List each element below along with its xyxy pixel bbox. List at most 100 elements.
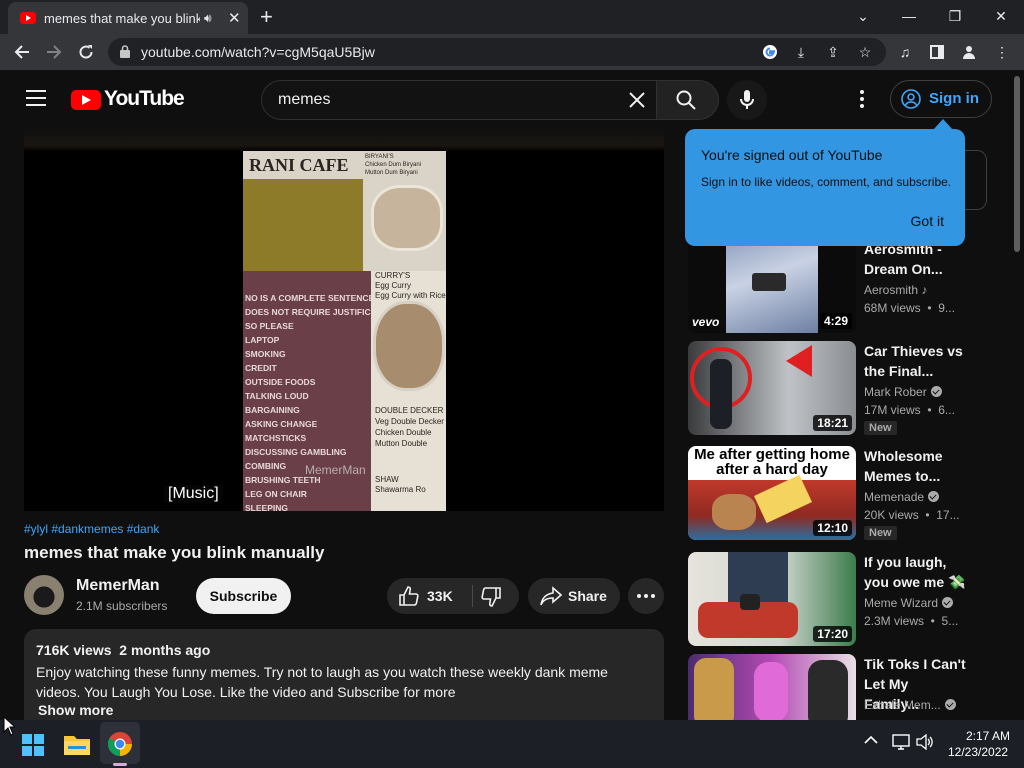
lock-icon[interactable] [120,45,130,58]
recommendation-item[interactable]: 17:20 If you laugh, you owe me 💸 Meme Wi… [688,552,998,646]
recommendation-title[interactable]: Wholesome Memes to... [864,446,966,486]
channel-avatar[interactable] [24,575,64,615]
settings-more-icon[interactable] [855,90,869,110]
share-button[interactable]: Share [528,578,620,614]
channel-name-text: Exhale Mem... [864,698,941,712]
network-icon[interactable] [892,734,910,750]
like-button[interactable] [399,586,419,606]
clock-time[interactable]: 2:17 AM [966,729,1010,743]
page-scrollbar[interactable] [1010,70,1024,720]
back-icon[interactable] [11,41,33,63]
new-badge: New [864,421,897,435]
video-duration: 12:10 [813,520,852,536]
clear-search-icon[interactable] [628,88,646,109]
show-more-button[interactable]: Show more [38,702,113,718]
hamburger-menu-icon[interactable] [26,90,46,111]
close-window-icon[interactable]: ✕ [978,0,1024,32]
browser-tab-strip: memes that make you blink manually 🔊︎ ✕ … [0,0,1024,34]
browser-tab[interactable]: memes that make you blink manually 🔊︎ ✕ [8,2,248,34]
verified-icon [928,491,940,502]
browser-toolbar: youtube.com/watch?v=cgM5qaU5Bjw ⤓ ⇪ ☆ ♫ … [0,34,1024,70]
like-count: 33K [427,588,453,604]
frame-shawarma-text: SHAW Shawarma Ro [375,475,426,494]
file-explorer-icon[interactable] [64,733,90,755]
profile-icon[interactable] [959,42,979,62]
video-player[interactable]: RANI CAFE BIRYANI'S Chicken Dum Biryani … [24,151,664,511]
got-it-button[interactable]: Got it [911,213,944,229]
share-label: Share [568,588,607,604]
scrollbar-thumb[interactable] [1014,76,1020,252]
restore-icon[interactable]: ❐ [932,0,978,32]
chrome-icon[interactable] [108,732,132,756]
video-thumbnail[interactable]: 17:20 [688,552,856,646]
youtube-wordmark[interactable]: YouTube [104,87,185,111]
thumbnail-figure [710,359,732,429]
video-watermark: MemerMan [305,463,366,477]
youtube-header: YouTube memes Sign in [0,70,1010,128]
sign-in-button[interactable]: Sign in [890,80,992,118]
volume-icon[interactable] [916,734,934,750]
thumbs-down-icon [481,587,501,607]
thumbnail-caption: Me after getting home after a hard day [694,446,850,478]
recommendation-item[interactable]: Me after getting home after a hard day 1… [688,446,998,540]
account-icon [901,89,921,109]
frame-bowl-photo [373,301,445,391]
search-icon [676,90,696,110]
microphone-icon [740,90,754,109]
description-box[interactable]: 716K views 2 months ago Enjoy watching t… [24,629,664,729]
recommendation-channel: Exhale Mem... [864,698,956,712]
search-button[interactable] [657,80,719,120]
frame-dish-header: BIRYANI'S Chicken Dum Biryani Mutton Dum… [365,154,422,176]
media-control-icon[interactable]: ♫ [895,42,915,62]
recommendation-channel: Memenade [864,490,940,504]
google-icon[interactable] [761,43,779,61]
recommendation-item[interactable]: 18:21 Car Thieves vs the Final... Mark R… [688,341,998,435]
search-input[interactable]: memes [261,80,657,120]
reload-icon[interactable] [75,41,97,63]
windows-start-icon[interactable] [22,734,44,756]
video-thumbnail[interactable]: vevo 4:29 [688,239,856,333]
recommendation-channel: Mark Rober [864,385,942,399]
more-actions-button[interactable] [628,578,664,614]
chrome-active-indicator [113,763,127,766]
video-thumbnail[interactable] [688,654,856,720]
thumbnail-cartoon [712,494,756,530]
tab-search-icon[interactable]: ⌄ [840,0,886,32]
recommendation-item[interactable]: Tik Toks I Can't Let My Family... Exhale… [688,654,998,720]
share-page-icon[interactable]: ⇪ [824,43,842,61]
new-tab-icon[interactable]: + [260,4,273,30]
thumbnail-object [740,594,760,610]
minimize-icon[interactable]: — [886,0,932,32]
voice-search-button[interactable] [727,80,767,120]
dislike-button[interactable] [481,587,501,607]
frame-menu-top: RANI CAFE BIRYANI'S Chicken Dum Biryani … [243,151,446,271]
install-app-icon[interactable]: ⤓ [792,43,810,61]
frame-menu-title: RANI CAFE [249,155,349,175]
side-panel-icon[interactable] [927,42,947,62]
thumbnail-band [752,273,786,291]
window-controls: ⌄ — ❐ ✕ [840,0,1024,32]
speaker-icon[interactable]: 🔊︎ [204,11,212,26]
subscribe-button[interactable]: Subscribe [196,578,291,614]
channel-name[interactable]: MemerMan [76,577,160,595]
channel-name-text: Memenade [864,490,925,504]
clock-date[interactable]: 12/23/2022 [948,745,1008,759]
recommendation-title[interactable]: If you laugh, you owe me 💸 [864,552,966,592]
close-tab-icon[interactable]: ✕ [228,9,241,27]
recommendation-title[interactable]: Car Thieves vs the Final... [864,341,966,381]
address-bar[interactable]: youtube.com/watch?v=cgM5qaU5Bjw ⤓ ⇪ ☆ [108,38,886,66]
video-hashtags[interactable]: #ylyl #dankmemes #dank [24,522,159,536]
video-thumbnail[interactable]: 18:21 [688,341,856,435]
more-horizontal-icon [637,594,655,598]
video-thumbnail[interactable]: Me after getting home after a hard day 1… [688,446,856,540]
tab-title: memes that make you blink manually [44,11,200,26]
recommendation-item[interactable]: vevo 4:29 Aerosmith - Dream On... Aerosm… [688,239,998,333]
player-ambient-glow [24,128,664,152]
bookmark-star-icon[interactable]: ☆ [856,43,874,61]
recommendation-meta: 2.3M views • 5... [864,614,959,628]
chrome-menu-icon[interactable]: ⋮ [992,42,1012,62]
tray-overflow-icon[interactable] [864,735,878,745]
forward-icon[interactable] [43,41,65,63]
youtube-logo-icon[interactable] [71,90,101,110]
description-text: Enjoy watching these funny memes. Try no… [36,664,608,700]
